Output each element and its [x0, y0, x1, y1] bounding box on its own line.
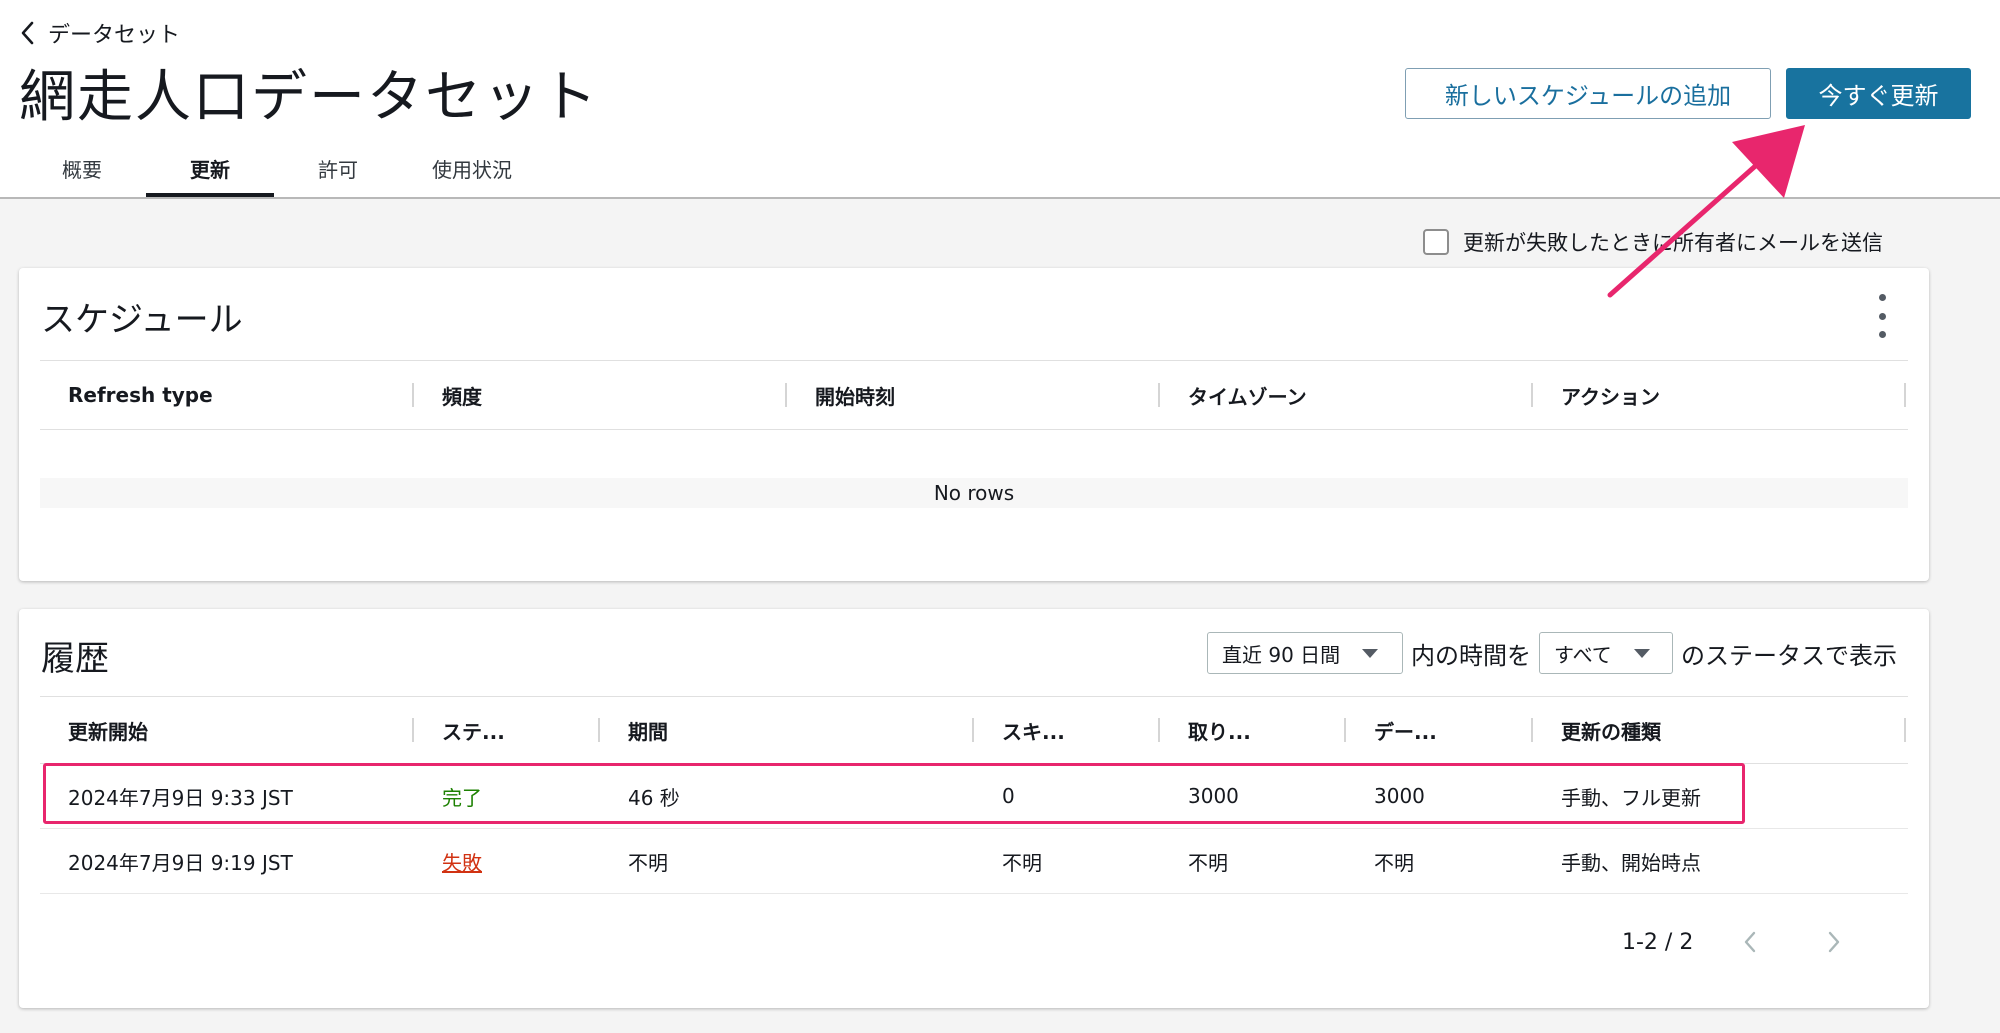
cell-ingested-rows: 不明: [1188, 850, 1228, 875]
cell-skipped-rows: 0: [1002, 784, 1015, 808]
tab-bar: 概要 更新 許可 使用状況: [42, 140, 532, 197]
add-schedule-button[interactable]: 新しいスケジュールの追加: [1405, 68, 1771, 119]
filter-between-text: 内の時間を: [1411, 641, 1531, 670]
cell-ingested-rows: 3000: [1188, 784, 1239, 808]
table-row: 2024年7月9日 9:19 JST 失敗 不明 不明 不明 不明 手動、開始時…: [40, 829, 1908, 894]
page-header: データセット 網走人口データセット 新しいスケジュールの追加 今すぐ更新 概要 …: [0, 0, 2000, 199]
chevron-left-icon: [1745, 931, 1756, 953]
tab-usage[interactable]: 使用状況: [378, 140, 532, 197]
cell-dataset-rows: 不明: [1374, 850, 1414, 875]
cell-refresh-start: 2024年7月9日 9:19 JST: [68, 850, 293, 875]
tab-refresh[interactable]: 更新: [146, 140, 274, 197]
schedule-title: スケジュール: [41, 300, 243, 340]
cell-duration: 46 秒: [628, 785, 680, 810]
failed-status-link[interactable]: 失敗: [442, 847, 482, 876]
col-actions[interactable]: アクション: [1533, 361, 1906, 429]
filter-after-text: のステータスで表示: [1681, 641, 1897, 670]
col-timezone[interactable]: タイムゾーン: [1160, 361, 1533, 429]
history-filter: 直近 90 日間 内の時間を すべて のステータスで表示: [1199, 631, 1897, 675]
col-refresh-start[interactable]: 更新開始: [40, 697, 414, 763]
next-page-button[interactable]: [1819, 922, 1849, 962]
pagination-count: 1-2 / 2: [1622, 929, 1694, 955]
col-dataset-rows[interactable]: デー...: [1346, 697, 1533, 763]
cell-refresh-type: 手動、開始時点: [1561, 850, 1701, 875]
chevron-right-icon: [1829, 931, 1840, 953]
col-refresh-type[interactable]: 更新の種類: [1533, 697, 1906, 763]
back-link[interactable]: データセット: [20, 16, 180, 50]
col-skipped-rows[interactable]: スキ...: [974, 697, 1160, 763]
back-link-label: データセット: [48, 23, 181, 48]
caret-down-icon: [1633, 648, 1650, 658]
col-start-time[interactable]: 開始時刻: [787, 361, 1160, 429]
cell-status: 失敗: [414, 829, 482, 893]
cell-dataset-rows: 3000: [1374, 784, 1425, 808]
previous-page-button[interactable]: [1735, 922, 1765, 962]
col-duration[interactable]: 期間: [600, 697, 974, 763]
email-on-failure-label: 更新が失敗したときに所有者にメールを送信: [1463, 231, 1883, 255]
tab-overview[interactable]: 概要: [42, 140, 122, 197]
history-card: 履歴 直近 90 日間 内の時間を すべて のステータスで表示 更新開始 ステ.…: [19, 609, 1929, 1008]
status-select[interactable]: すべて: [1539, 632, 1673, 674]
caret-down-icon: [1362, 648, 1379, 658]
table-row: 2024年7月9日 9:33 JST 完了 46 秒 0 3000 3000 手…: [40, 764, 1908, 829]
history-table: 更新開始 ステ... 期間 スキ... 取り... デー... 更新の種類 20…: [40, 696, 1908, 936]
more-options-icon[interactable]: [1871, 294, 1893, 338]
email-on-failure-option: 更新が失敗したときに所有者にメールを送信: [1423, 227, 1883, 257]
pagination: 1-2 / 2: [1622, 922, 1849, 962]
schedule-card: スケジュール Refresh type 頻度 開始時刻 タイムゾーン アクション…: [19, 268, 1929, 581]
refresh-now-button[interactable]: 今すぐ更新: [1786, 68, 1971, 119]
cell-refresh-start: 2024年7月9日 9:33 JST: [68, 785, 293, 810]
col-status[interactable]: ステ...: [414, 697, 600, 763]
history-title: 履歴: [41, 639, 109, 679]
col-refresh-type[interactable]: Refresh type: [40, 361, 414, 429]
history-table-header: 更新開始 ステ... 期間 スキ... 取り... デー... 更新の種類: [40, 696, 1908, 764]
page-title: 網走人口データセット: [19, 65, 599, 130]
cell-duration: 不明: [628, 850, 668, 875]
period-select[interactable]: 直近 90 日間: [1207, 632, 1403, 674]
cell-skipped-rows: 不明: [1002, 850, 1042, 875]
col-frequency[interactable]: 頻度: [414, 361, 787, 429]
schedule-empty-state: No rows: [40, 478, 1908, 508]
col-ingested-rows[interactable]: 取り...: [1160, 697, 1346, 763]
email-on-failure-checkbox[interactable]: [1423, 229, 1449, 255]
tab-permissions[interactable]: 許可: [274, 140, 378, 197]
cell-status: 完了: [442, 785, 482, 810]
schedule-table-header: Refresh type 頻度 開始時刻 タイムゾーン アクション: [40, 360, 1908, 430]
cell-refresh-type: 手動、フル更新: [1561, 785, 1701, 810]
chevron-left-icon: [21, 21, 34, 45]
